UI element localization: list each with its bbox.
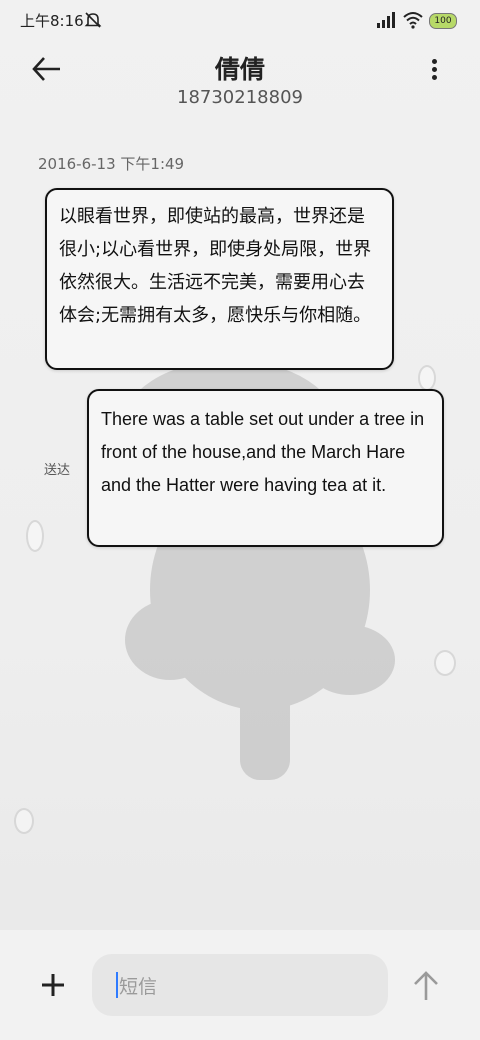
plus-icon[interactable] <box>38 970 68 1000</box>
contact-name: 倩倩 <box>214 55 265 84</box>
outgoing-message-text: There was a table set out under a tree i… <box>101 409 425 495</box>
water-drop-decoration <box>26 520 44 552</box>
status-time: 上午8:16 <box>20 12 84 30</box>
status-bar: 上午8:16 100 <box>0 0 480 40</box>
send-arrow-up-icon[interactable] <box>412 970 440 1002</box>
water-drop-decoration <box>434 650 456 676</box>
more-vertical-icon[interactable] <box>422 56 446 84</box>
battery-icon: 100 <box>429 13 457 29</box>
text-caret <box>116 972 118 998</box>
signal-icon <box>377 12 395 28</box>
water-drop-decoration <box>14 808 34 834</box>
wifi-icon <box>403 12 423 29</box>
message-input[interactable]: 短信 <box>92 954 388 1016</box>
message-placeholder: 短信 <box>119 975 158 998</box>
incoming-message-bubble[interactable]: 以眼看世界，即使站的最高，世界还是很小;以心看世界，即使身处局限，世界依然很大。… <box>45 188 394 370</box>
water-drop-decoration <box>418 365 436 391</box>
mute-icon <box>84 12 102 28</box>
contact-number: 18730218809 <box>177 87 303 108</box>
incoming-message-text: 以眼看世界，即使站的最高，世界还是很小;以心看世界，即使身处局限，世界依然很大。… <box>59 206 372 326</box>
delivery-status: 送达 <box>44 463 71 478</box>
message-timestamp: 2016-6-13 下午1:49 <box>38 155 185 173</box>
outgoing-message-bubble[interactable]: There was a table set out under a tree i… <box>87 389 444 547</box>
